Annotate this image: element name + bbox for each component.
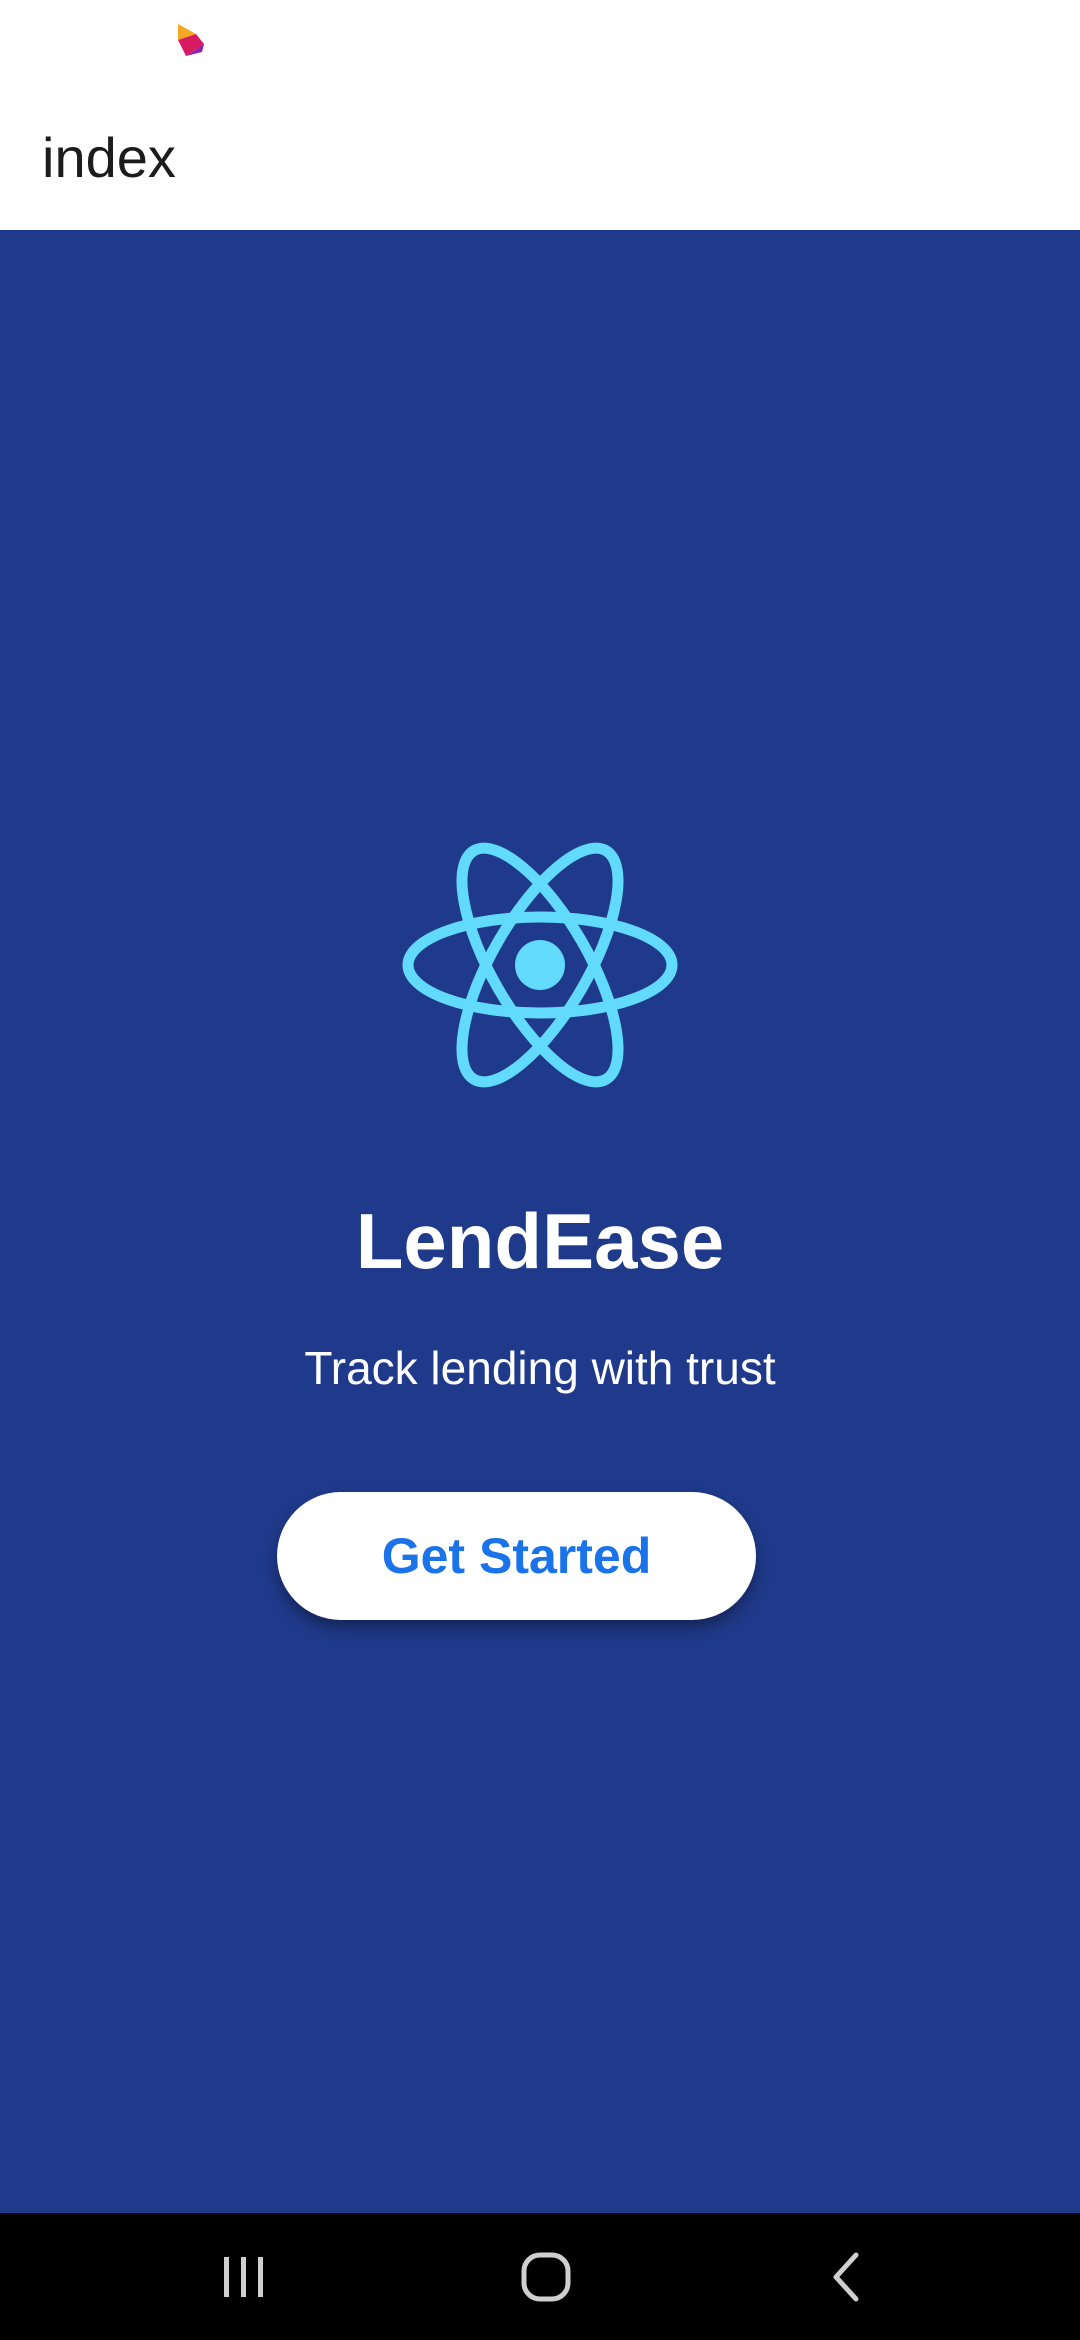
recents-icon [224, 2256, 263, 2297]
back-icon [833, 2252, 859, 2301]
main-content: LendEase Track lending with trust Get St… [0, 230, 1080, 2213]
app-screen: index LendEase Track lending with trust … [0, 0, 1080, 2340]
get-started-button[interactable]: Get Started [277, 1492, 756, 1620]
home-button[interactable] [466, 2213, 626, 2340]
app-logo-icon [178, 24, 204, 56]
system-nav-bar [0, 2213, 1080, 2340]
tagline: Track lending with trust [304, 1342, 776, 1394]
app-name: LendEase [355, 1197, 725, 1285]
header: index [0, 80, 1080, 230]
status-bar [0, 0, 1080, 80]
back-button[interactable] [768, 2213, 928, 2340]
page-title: index [42, 126, 176, 189]
recents-button[interactable] [164, 2213, 324, 2340]
react-atom-icon [402, 842, 678, 1088]
home-icon [521, 2252, 571, 2301]
